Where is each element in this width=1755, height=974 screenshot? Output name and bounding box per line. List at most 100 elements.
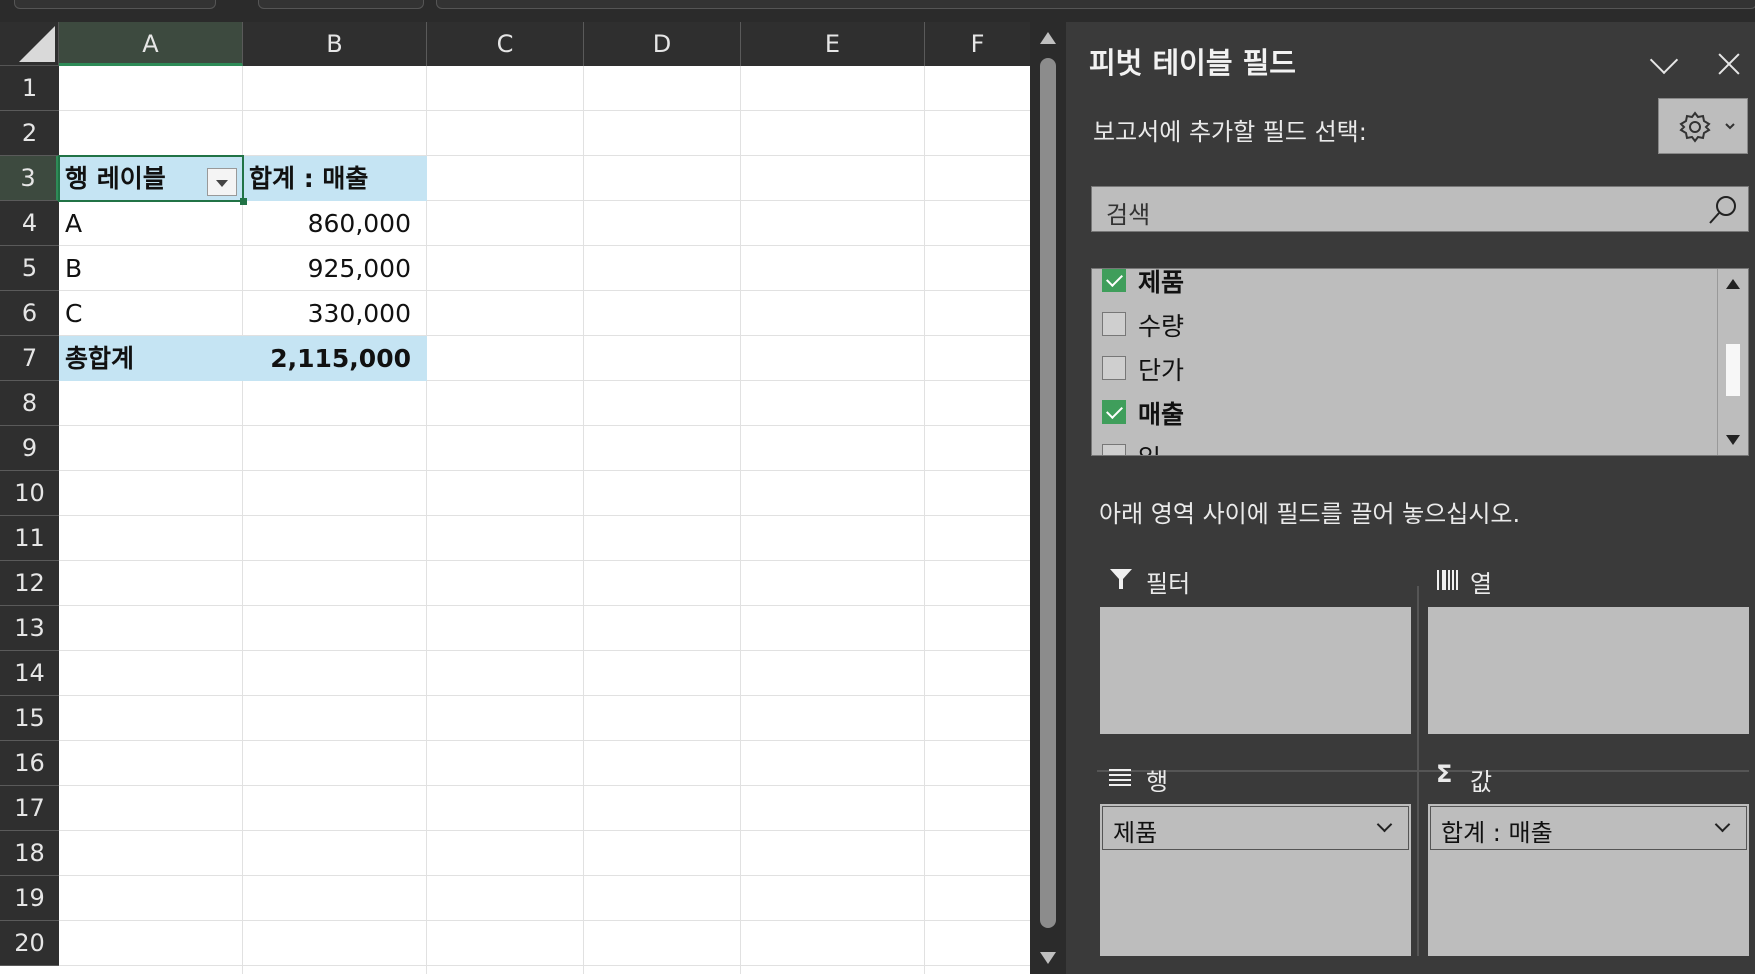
pivot-value-header[interactable]: 합계 : 매출	[243, 156, 427, 201]
scroll-up-arrow-icon[interactable]	[1040, 32, 1056, 44]
grid-line	[59, 650, 1030, 651]
rows-drop-area[interactable]: 제품	[1100, 804, 1411, 956]
area-divider	[1417, 586, 1419, 956]
field-list[interactable]: 제품 수량 단가 매출 일	[1091, 268, 1749, 456]
row-header[interactable]: 13	[0, 606, 59, 651]
row-header[interactable]: 20	[0, 921, 59, 966]
gear-icon	[1679, 111, 1735, 143]
row-header[interactable]: 4	[0, 201, 59, 246]
pivot-item-label[interactable]: C	[59, 291, 243, 336]
sigma-icon: Σ	[1436, 760, 1453, 788]
grid-line	[59, 830, 1030, 831]
choose-fields-label: 보고서에 추가할 필드 선택:	[1093, 118, 1367, 146]
field-search-input[interactable]: 검색	[1091, 186, 1749, 232]
row-header[interactable]: 1	[0, 66, 59, 111]
grid-line	[924, 66, 925, 974]
scrollbar-thumb[interactable]	[1040, 58, 1056, 928]
column-header-b[interactable]: B	[243, 22, 427, 66]
checkbox-checked[interactable]	[1102, 269, 1126, 292]
formula-controls[interactable]	[258, 0, 424, 9]
pivot-total-label[interactable]: 총합계	[59, 336, 243, 381]
pivot-item-value[interactable]: 860,000	[243, 201, 427, 246]
grid-line	[583, 66, 584, 974]
grid-line	[59, 875, 1030, 876]
area-divider	[1097, 770, 1749, 772]
name-box[interactable]	[14, 0, 216, 9]
row-header[interactable]: 18	[0, 831, 59, 876]
grid-line	[59, 110, 1030, 111]
values-area-label: 값	[1470, 768, 1493, 796]
column-header-a[interactable]: A	[59, 22, 243, 66]
scroll-down-arrow-icon[interactable]	[1726, 435, 1740, 445]
row-header[interactable]: 9	[0, 426, 59, 471]
column-header-c[interactable]: C	[427, 22, 584, 66]
scroll-up-arrow-icon[interactable]	[1726, 279, 1740, 289]
row-header[interactable]: 14	[0, 651, 59, 696]
pivot-item-value[interactable]: 330,000	[243, 291, 427, 336]
row-header[interactable]: 10	[0, 471, 59, 516]
grid-line	[740, 66, 741, 974]
chevron-down-icon[interactable]	[1376, 816, 1393, 833]
active-cell-border	[58, 155, 244, 202]
scrollbar-thumb[interactable]	[1726, 344, 1740, 396]
search-icon[interactable]	[1706, 193, 1740, 227]
chevron-down-icon[interactable]	[1714, 816, 1731, 833]
row-header[interactable]: 8	[0, 381, 59, 426]
panel-options-button[interactable]	[1646, 44, 1686, 84]
drag-hint-label: 아래 영역 사이에 필드를 끌어 놓으십시오.	[1099, 500, 1521, 528]
top-bar	[0, 0, 1755, 22]
row-header[interactable]: 19	[0, 876, 59, 921]
column-header-f[interactable]: F	[925, 22, 1030, 66]
row-header[interactable]: 11	[0, 516, 59, 561]
grid-line	[59, 605, 1030, 606]
grid-line	[59, 695, 1030, 696]
row-header[interactable]: 6	[0, 291, 59, 336]
row-header[interactable]: 16	[0, 741, 59, 786]
row-header[interactable]: 2	[0, 111, 59, 156]
row-field-pill[interactable]: 제품	[1102, 806, 1409, 850]
pivot-total-value[interactable]: 2,115,000	[243, 336, 427, 381]
column-header-d[interactable]: D	[584, 22, 741, 66]
rows-area-label: 행	[1146, 768, 1169, 796]
filter-icon	[1110, 569, 1132, 589]
column-header-e[interactable]: E	[741, 22, 925, 66]
panel-title: 피벗 테이블 필드	[1089, 46, 1296, 80]
row-header[interactable]: 15	[0, 696, 59, 741]
row-header[interactable]: 12	[0, 561, 59, 606]
filter-drop-area[interactable]	[1100, 607, 1411, 734]
field-list-settings-button[interactable]	[1658, 98, 1748, 154]
values-drop-area[interactable]: 합계 : 매출	[1428, 804, 1749, 956]
vertical-scrollbar[interactable]	[1030, 22, 1066, 974]
chevron-down-icon	[1649, 45, 1679, 75]
grid-line	[59, 740, 1030, 741]
checkbox-unchecked[interactable]	[1102, 444, 1126, 455]
grid-line	[59, 965, 1030, 966]
row-header[interactable]: 3	[0, 156, 59, 201]
search-placeholder: 검색	[1106, 201, 1151, 229]
spreadsheet-grid[interactable]: A B C D E F 1 2 3 4 5 6 7 8 9 10 11 12 13 14 15 16 17 18 1…	[0, 22, 1030, 974]
formula-bar[interactable]	[436, 0, 1755, 9]
select-all-button[interactable]	[0, 22, 59, 66]
scroll-down-arrow-icon[interactable]	[1040, 952, 1056, 964]
grid-line	[59, 785, 1030, 786]
pivot-item-label[interactable]: B	[59, 246, 243, 291]
checkbox-checked[interactable]	[1102, 400, 1126, 424]
columns-drop-area[interactable]	[1428, 607, 1749, 734]
grid-line	[59, 920, 1030, 921]
close-panel-button[interactable]	[1710, 46, 1750, 86]
pivot-field-list-panel: 피벗 테이블 필드 보고서에 추가할 필드 선택: 검색 제품 수량 단가 매출…	[1066, 22, 1755, 974]
columns-area-label: 열	[1470, 570, 1493, 598]
grid-line	[59, 515, 1030, 516]
checkbox-unchecked[interactable]	[1102, 356, 1126, 380]
pivot-item-label[interactable]: A	[59, 201, 243, 246]
pivot-item-value[interactable]: 925,000	[243, 246, 427, 291]
grid-line	[59, 425, 1030, 426]
field-list-scrollbar[interactable]	[1717, 269, 1748, 455]
row-header[interactable]: 5	[0, 246, 59, 291]
row-header[interactable]: 7	[0, 336, 59, 381]
grid-line	[59, 470, 1030, 471]
row-header[interactable]: 17	[0, 786, 59, 831]
checkbox-unchecked[interactable]	[1102, 312, 1126, 336]
grid-line	[59, 560, 1030, 561]
value-field-pill[interactable]: 합계 : 매출	[1430, 806, 1747, 850]
